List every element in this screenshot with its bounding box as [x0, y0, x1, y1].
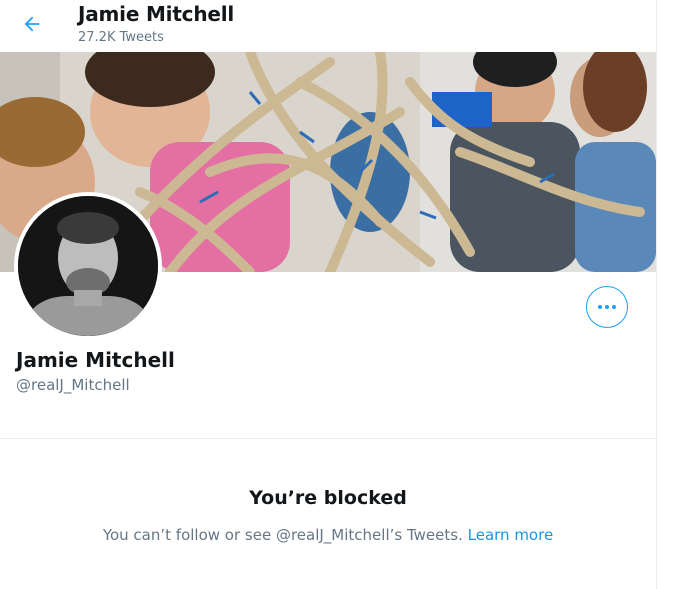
arrow-left-icon [24, 16, 40, 32]
blocked-message-text: You can’t follow or see @realJ_Mitchell’… [102, 526, 463, 544]
profile-column: Jamie Mitchell 27.2K Tweets Jamie Mitche… [0, 0, 657, 589]
more-options-button[interactable] [586, 286, 628, 328]
profile-name: Jamie Mitchell [16, 348, 175, 372]
tweet-count: 27.2K Tweets [78, 30, 164, 45]
learn-more-link[interactable]: Learn more [468, 526, 554, 544]
avatar-photo [18, 196, 158, 336]
divider [0, 438, 656, 439]
more-horizontal-icon [598, 305, 602, 309]
blocked-message: You can’t follow or see @realJ_Mitchell’… [0, 526, 656, 544]
back-button[interactable] [18, 10, 46, 38]
header-title: Jamie Mitchell [78, 2, 235, 26]
profile-header: Jamie Mitchell 27.2K Tweets [0, 0, 656, 52]
blocked-title: You’re blocked [249, 487, 407, 509]
profile-handle: @realJ_Mitchell [16, 376, 130, 394]
avatar[interactable] [14, 192, 162, 340]
